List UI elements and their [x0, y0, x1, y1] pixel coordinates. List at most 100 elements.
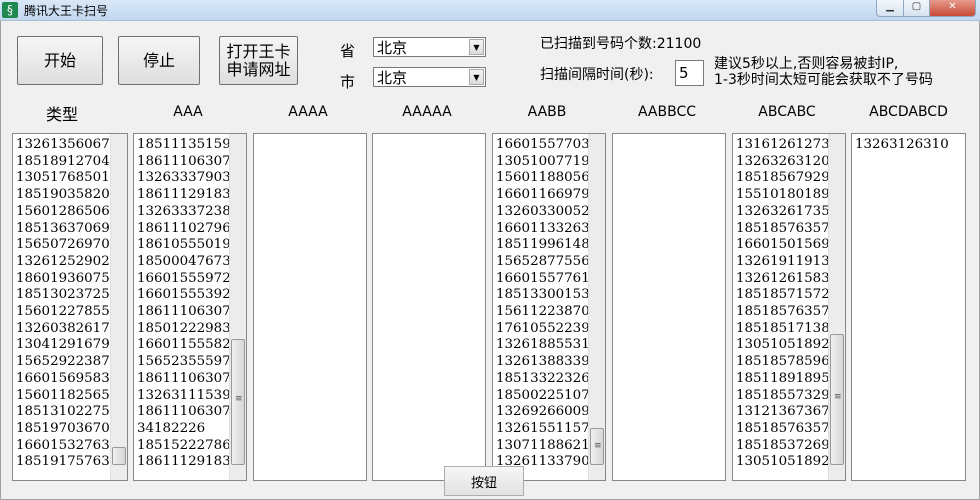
list-item[interactable]: 18518567929 — [736, 170, 830, 187]
list-item[interactable]: 18518537269 — [736, 438, 830, 455]
scrollbar-thumb[interactable]: ≡ — [590, 428, 604, 465]
list-item[interactable]: 18519175763 — [16, 454, 110, 471]
type-listbox[interactable]: 13261356067 18518912704 13051768501 1851903… — [12, 133, 128, 481]
list-item[interactable]: 13071188621 — [496, 438, 590, 455]
list-item[interactable]: 17610552239 — [496, 321, 590, 338]
start-button[interactable]: 开始 — [17, 36, 103, 85]
aaaa-listbox[interactable] — [253, 133, 367, 481]
aaaaa-listbox[interactable] — [372, 133, 486, 481]
list-item[interactable]: 18513023725 — [16, 287, 110, 304]
list-item[interactable]: 18511135159 — [137, 137, 231, 154]
list-item[interactable]: 18611129183 — [137, 454, 231, 471]
list-item[interactable]: 16601569583 — [16, 371, 110, 388]
list-item[interactable]: 18518578596 — [736, 354, 830, 371]
list-item[interactable]: 15652922387 — [16, 354, 110, 371]
province-select[interactable]: 北京 ▼ — [373, 37, 486, 57]
list-item[interactable]: 18513322326 — [496, 371, 590, 388]
list-item[interactable]: 18513102275 — [16, 404, 110, 421]
list-item[interactable]: 15652355597 — [137, 354, 231, 371]
list-item[interactable]: 13263126310 — [855, 137, 949, 154]
list-item[interactable]: 18518912704 — [16, 154, 110, 171]
list-item[interactable]: 18518517138 — [736, 321, 830, 338]
stop-button[interactable]: 停止 — [118, 36, 200, 85]
list-item[interactable]: 13051051892 — [736, 454, 830, 471]
list-item[interactable]: 18501222983 — [137, 321, 231, 338]
list-item[interactable]: 18515222786 — [137, 438, 231, 455]
list-item[interactable]: 18601936075 — [16, 271, 110, 288]
list-item[interactable]: 18518576357 — [736, 221, 830, 238]
list-item[interactable]: 18611106307 — [137, 304, 231, 321]
list-item[interactable]: 13261261583 — [736, 271, 830, 288]
list-item[interactable]: 18500225107 — [496, 388, 590, 405]
list-item[interactable]: 16601532763 — [16, 438, 110, 455]
list-item[interactable]: 18511891895 — [736, 371, 830, 388]
list-item[interactable]: 15510180189 — [736, 187, 830, 204]
list-item[interactable]: 13263111539 — [137, 388, 231, 405]
interval-input[interactable]: 5 — [675, 60, 704, 86]
list-item[interactable]: 18511996148 — [496, 237, 590, 254]
list-item[interactable]: 13269266009 — [496, 404, 590, 421]
list-item[interactable]: 13263263120 — [736, 154, 830, 171]
list-item[interactable]: 16601555392 — [137, 287, 231, 304]
open-apply-url-button[interactable]: 打开王卡 申请网址 — [219, 36, 298, 85]
list-item[interactable]: 16601557761 — [496, 271, 590, 288]
aabbcc-listbox[interactable] — [612, 133, 726, 481]
list-item[interactable]: 18513300153 — [496, 287, 590, 304]
scrollbar-thumb[interactable]: ≡ — [830, 334, 844, 465]
list-item[interactable]: 18611129183 — [137, 187, 231, 204]
list-item[interactable]: 18519035820 — [16, 187, 110, 204]
chevron-down-icon[interactable]: ▼ — [469, 69, 484, 85]
list-item[interactable]: 15652877556 — [496, 254, 590, 271]
list-item[interactable]: 18611106307 — [137, 154, 231, 171]
list-item[interactable]: 13051768501 — [16, 170, 110, 187]
scrollbar-thumb[interactable] — [112, 447, 126, 465]
list-item[interactable]: 18513637069 — [16, 221, 110, 238]
list-item[interactable]: 13263261735 — [736, 204, 830, 221]
list-item[interactable]: 13051007719 — [496, 154, 590, 171]
list-item[interactable]: 13260382617 — [16, 321, 110, 338]
list-item[interactable]: 13261911913 — [736, 254, 830, 271]
scrollbar[interactable]: ≡ — [828, 134, 845, 480]
list-item[interactable]: 13261356067 — [16, 137, 110, 154]
list-item[interactable]: 13261252902 — [16, 254, 110, 271]
list-item[interactable]: 18518576357 — [736, 304, 830, 321]
list-item[interactable]: 15601188056 — [496, 170, 590, 187]
maximize-button[interactable]: ▢ — [903, 0, 930, 17]
scrollbar-thumb[interactable]: ≡ — [231, 339, 245, 465]
abcdabcd-listbox[interactable]: 13263126310 — [851, 133, 966, 481]
list-item[interactable]: 18500047673 — [137, 254, 231, 271]
list-item[interactable]: 13161261273 — [736, 137, 830, 154]
list-item[interactable]: 18610555019 — [137, 237, 231, 254]
list-item[interactable]: 18519703670 — [16, 421, 110, 438]
list-item[interactable]: 13051051892 — [736, 337, 830, 354]
list-item[interactable]: 16601555972 — [137, 271, 231, 288]
list-item[interactable]: 13260330052 — [496, 204, 590, 221]
list-item[interactable]: 18518576357 — [736, 421, 830, 438]
minimize-button[interactable]: ▁ — [876, 0, 904, 17]
aaa-listbox[interactable]: 18511135159 18611106307 13263337903 1861112… — [133, 133, 247, 481]
list-item[interactable]: 15650726970 — [16, 237, 110, 254]
list-item[interactable]: 16601155582 — [137, 337, 231, 354]
scrollbar[interactable]: ≡ — [588, 134, 605, 480]
list-item[interactable]: 34182226 — [137, 421, 231, 438]
list-item[interactable]: 15601286506 — [16, 204, 110, 221]
list-item[interactable]: 13261551157 — [496, 421, 590, 438]
list-item[interactable]: 13261885531 — [496, 337, 590, 354]
list-item[interactable]: 16601166979 — [496, 187, 590, 204]
bottom-button[interactable]: 按钮 — [444, 466, 524, 496]
list-item[interactable]: 16601557703 — [496, 137, 590, 154]
list-item[interactable]: 16601501569 — [736, 237, 830, 254]
list-item[interactable]: 13263337238 — [137, 204, 231, 221]
list-item[interactable]: 18518557329 — [736, 388, 830, 405]
list-item[interactable]: 15601227855 — [16, 304, 110, 321]
list-item[interactable]: 18611102796 — [137, 221, 231, 238]
list-item[interactable]: 18518571572 — [736, 287, 830, 304]
list-item[interactable]: 13041291679 — [16, 337, 110, 354]
list-item[interactable]: 13263337903 — [137, 170, 231, 187]
list-item[interactable]: 18611106307 — [137, 371, 231, 388]
list-item[interactable]: 18611106307 — [137, 404, 231, 421]
list-item[interactable]: 13121367367 — [736, 404, 830, 421]
list-item[interactable]: 13261388339 — [496, 354, 590, 371]
scrollbar[interactable] — [110, 134, 127, 480]
list-item[interactable]: 15601182565 — [16, 388, 110, 405]
